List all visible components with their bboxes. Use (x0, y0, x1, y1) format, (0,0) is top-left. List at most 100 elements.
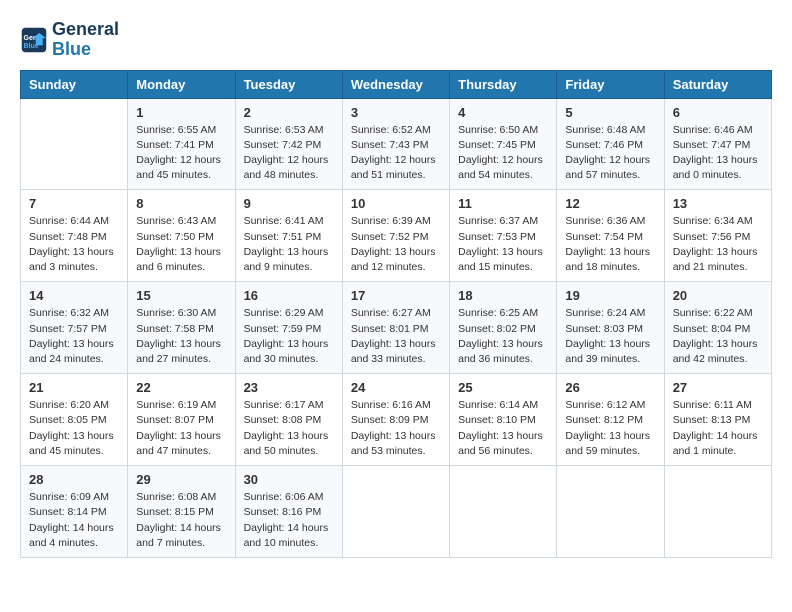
day-info: Sunrise: 6:36 AM Sunset: 7:54 PM Dayligh… (565, 214, 655, 275)
day-info: Sunrise: 6:29 AM Sunset: 7:59 PM Dayligh… (244, 306, 334, 367)
day-info: Sunrise: 6:41 AM Sunset: 7:51 PM Dayligh… (244, 214, 334, 275)
logo-text-blue: Blue (52, 40, 119, 60)
weekday-header-monday: Monday (128, 70, 235, 98)
day-number: 18 (458, 288, 548, 303)
calendar-cell: 20 Sunrise: 6:22 AM Sunset: 8:04 PM Dayli… (664, 282, 771, 374)
weekday-header-friday: Friday (557, 70, 664, 98)
calendar-cell (21, 98, 128, 190)
day-info: Sunrise: 6:34 AM Sunset: 7:56 PM Dayligh… (673, 214, 763, 275)
day-number: 15 (136, 288, 226, 303)
day-info: Sunrise: 6:08 AM Sunset: 8:15 PM Dayligh… (136, 490, 226, 551)
day-info: Sunrise: 6:20 AM Sunset: 8:05 PM Dayligh… (29, 398, 119, 459)
calendar-cell: 17Sunrise: 6:27 AM Sunset: 8:01 PM Dayli… (342, 282, 449, 374)
calendar-cell: 6 Sunrise: 6:46 AM Sunset: 7:47 PM Daylig… (664, 98, 771, 190)
day-info: Sunrise: 6:16 AM Sunset: 8:09 PM Dayligh… (351, 398, 441, 459)
day-info: Sunrise: 6:06 AM Sunset: 8:16 PM Dayligh… (244, 490, 334, 551)
day-number: 7 (29, 196, 119, 211)
calendar-week-row: 14 Sunrise: 6:32 AM Sunset: 7:57 PM Dayli… (21, 282, 772, 374)
day-number: 8 (136, 196, 226, 211)
day-info: Sunrise: 6:12 AM Sunset: 8:12 PM Dayligh… (565, 398, 655, 459)
day-info: Sunrise: 6:30 AM Sunset: 7:58 PM Dayligh… (136, 306, 226, 367)
calendar-cell: 7Sunrise: 6:44 AM Sunset: 7:48 PM Daylig… (21, 190, 128, 282)
day-number: 24 (351, 380, 441, 395)
svg-text:Gen: Gen (24, 35, 38, 42)
day-info: Sunrise: 6:43 AM Sunset: 7:50 PM Dayligh… (136, 214, 226, 275)
calendar-cell: 12 Sunrise: 6:36 AM Sunset: 7:54 PM Dayli… (557, 190, 664, 282)
calendar-cell (557, 466, 664, 558)
day-number: 16 (244, 288, 334, 303)
calendar-cell: 14 Sunrise: 6:32 AM Sunset: 7:57 PM Dayli… (21, 282, 128, 374)
calendar-week-row: 28 Sunrise: 6:09 AM Sunset: 8:14 PM Dayli… (21, 466, 772, 558)
day-number: 12 (565, 196, 655, 211)
day-info: Sunrise: 6:32 AM Sunset: 7:57 PM Dayligh… (29, 306, 119, 367)
day-info: Sunrise: 6:14 AM Sunset: 8:10 PM Dayligh… (458, 398, 548, 459)
day-number: 5 (565, 105, 655, 120)
day-info: Sunrise: 6:27 AM Sunset: 8:01 PM Dayligh… (351, 306, 441, 367)
calendar-cell: 4Sunrise: 6:50 AM Sunset: 7:45 PM Daylig… (450, 98, 557, 190)
calendar-cell: 13 Sunrise: 6:34 AM Sunset: 7:56 PM Dayli… (664, 190, 771, 282)
calendar-cell: 15 Sunrise: 6:30 AM Sunset: 7:58 PM Dayli… (128, 282, 235, 374)
calendar-cell: 25 Sunrise: 6:14 AM Sunset: 8:10 PM Dayli… (450, 374, 557, 466)
day-number: 27 (673, 380, 763, 395)
day-number: 14 (29, 288, 119, 303)
day-info: Sunrise: 6:48 AM Sunset: 7:46 PM Dayligh… (565, 123, 655, 184)
calendar-cell: 27Sunrise: 6:11 AM Sunset: 8:13 PM Dayli… (664, 374, 771, 466)
day-number: 29 (136, 472, 226, 487)
calendar-cell: 5 Sunrise: 6:48 AM Sunset: 7:46 PM Daylig… (557, 98, 664, 190)
day-number: 13 (673, 196, 763, 211)
day-number: 6 (673, 105, 763, 120)
day-number: 28 (29, 472, 119, 487)
calendar-week-row: 7Sunrise: 6:44 AM Sunset: 7:48 PM Daylig… (21, 190, 772, 282)
logo-text-general: General (52, 20, 119, 40)
day-number: 10 (351, 196, 441, 211)
day-info: Sunrise: 6:24 AM Sunset: 8:03 PM Dayligh… (565, 306, 655, 367)
day-info: Sunrise: 6:19 AM Sunset: 8:07 PM Dayligh… (136, 398, 226, 459)
day-info: Sunrise: 6:25 AM Sunset: 8:02 PM Dayligh… (458, 306, 548, 367)
day-number: 20 (673, 288, 763, 303)
weekday-header-saturday: Saturday (664, 70, 771, 98)
calendar-cell: 19 Sunrise: 6:24 AM Sunset: 8:03 PM Dayli… (557, 282, 664, 374)
calendar-cell (664, 466, 771, 558)
calendar-cell: 22 Sunrise: 6:19 AM Sunset: 8:07 PM Dayli… (128, 374, 235, 466)
calendar-cell (450, 466, 557, 558)
calendar-cell: 23 Sunrise: 6:17 AM Sunset: 8:08 PM Dayli… (235, 374, 342, 466)
day-number: 25 (458, 380, 548, 395)
calendar-cell: 8 Sunrise: 6:43 AM Sunset: 7:50 PM Daylig… (128, 190, 235, 282)
day-number: 9 (244, 196, 334, 211)
calendar-cell: 24 Sunrise: 6:16 AM Sunset: 8:09 PM Dayli… (342, 374, 449, 466)
day-info: Sunrise: 6:17 AM Sunset: 8:08 PM Dayligh… (244, 398, 334, 459)
page-header: Gen Blue General Blue (20, 20, 772, 60)
day-number: 3 (351, 105, 441, 120)
day-number: 22 (136, 380, 226, 395)
day-number: 11 (458, 196, 548, 211)
day-info: Sunrise: 6:52 AM Sunset: 7:43 PM Dayligh… (351, 123, 441, 184)
weekday-header-thursday: Thursday (450, 70, 557, 98)
day-number: 26 (565, 380, 655, 395)
calendar-cell: 10 Sunrise: 6:39 AM Sunset: 7:52 PM Dayli… (342, 190, 449, 282)
weekday-header-row: SundayMondayTuesdayWednesdayThursdayFrid… (21, 70, 772, 98)
day-info: Sunrise: 6:09 AM Sunset: 8:14 PM Dayligh… (29, 490, 119, 551)
day-number: 1 (136, 105, 226, 120)
day-info: Sunrise: 6:22 AM Sunset: 8:04 PM Dayligh… (673, 306, 763, 367)
calendar-cell: 9 Sunrise: 6:41 AM Sunset: 7:51 PM Daylig… (235, 190, 342, 282)
calendar-cell: 1 Sunrise: 6:55 AM Sunset: 7:41 PM Daylig… (128, 98, 235, 190)
weekday-header-wednesday: Wednesday (342, 70, 449, 98)
calendar-cell: 3 Sunrise: 6:52 AM Sunset: 7:43 PM Daylig… (342, 98, 449, 190)
calendar-cell: 16 Sunrise: 6:29 AM Sunset: 7:59 PM Dayli… (235, 282, 342, 374)
calendar-cell: 11Sunrise: 6:37 AM Sunset: 7:53 PM Dayli… (450, 190, 557, 282)
day-info: Sunrise: 6:55 AM Sunset: 7:41 PM Dayligh… (136, 123, 226, 184)
day-info: Sunrise: 6:39 AM Sunset: 7:52 PM Dayligh… (351, 214, 441, 275)
logo-icon: Gen Blue (20, 26, 48, 54)
calendar-week-row: 1 Sunrise: 6:55 AM Sunset: 7:41 PM Daylig… (21, 98, 772, 190)
weekday-header-sunday: Sunday (21, 70, 128, 98)
day-number: 19 (565, 288, 655, 303)
day-number: 23 (244, 380, 334, 395)
weekday-header-tuesday: Tuesday (235, 70, 342, 98)
calendar-cell: 28 Sunrise: 6:09 AM Sunset: 8:14 PM Dayli… (21, 466, 128, 558)
calendar-cell: 21 Sunrise: 6:20 AM Sunset: 8:05 PM Dayli… (21, 374, 128, 466)
day-number: 4 (458, 105, 548, 120)
day-info: Sunrise: 6:46 AM Sunset: 7:47 PM Dayligh… (673, 123, 763, 184)
calendar-cell: 18 Sunrise: 6:25 AM Sunset: 8:02 PM Dayli… (450, 282, 557, 374)
day-number: 2 (244, 105, 334, 120)
day-number: 21 (29, 380, 119, 395)
